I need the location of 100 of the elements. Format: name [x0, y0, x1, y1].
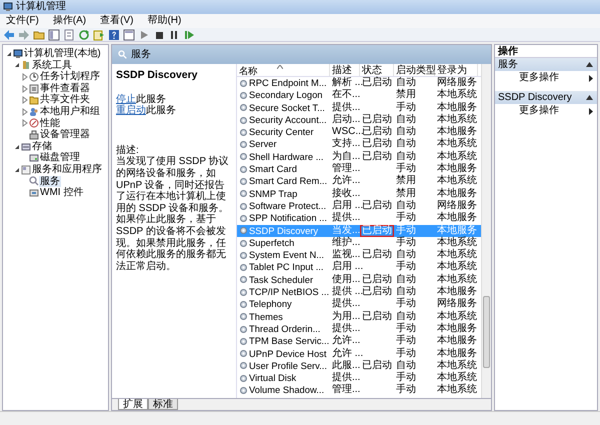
- console-icon[interactable]: [48, 28, 60, 40]
- forward-icon[interactable]: [18, 28, 30, 40]
- folder-icon: [29, 95, 39, 106]
- table-row[interactable]: RPC Endpoint M... 解析 ...已启动 自动 网络服务: [237, 77, 481, 90]
- tree-item[interactable]: 系统工具: [31, 60, 73, 72]
- help-icon[interactable]: [108, 28, 120, 40]
- table-row[interactable]: Smart Card Rem... 允许... 禁用 本地系统: [237, 175, 481, 188]
- table-row[interactable]: UPnP Device Host 允许 ... 手动 本地服务: [237, 348, 481, 360]
- tree-item[interactable]: 共享文件夹: [39, 94, 91, 106]
- column-header[interactable]: 登录为: [435, 64, 478, 76]
- tree-item[interactable]: 性能: [39, 118, 61, 130]
- table-row[interactable]: Telephony 提供... 手动 网络服务: [237, 298, 481, 311]
- collapsed-arrow-icon[interactable]: [21, 119, 29, 128]
- column-header[interactable]: 状态: [360, 64, 394, 76]
- collapsed-arrow-icon[interactable]: [21, 108, 29, 116]
- tree-item[interactable]: 事件查看器: [39, 82, 91, 94]
- service-name: SPP Notification ...: [249, 212, 327, 225]
- expanded-arrow-icon[interactable]: [5, 50, 13, 58]
- table-cell-text: 已启动: [361, 360, 393, 372]
- action-link[interactable]: 重启动: [116, 105, 146, 116]
- tree-item[interactable]: WMI 控件: [39, 187, 84, 199]
- table-cell-text: 网络服务: [436, 77, 478, 88]
- collapsed-arrow-icon[interactable]: [21, 96, 29, 104]
- table-row[interactable]: Server 支持... 已启动 自动 本地系统: [237, 138, 481, 151]
- table-row[interactable]: Smart Card 管理... 手动 本地服务: [237, 163, 481, 176]
- table-row[interactable]: Secondary Logon 在不... 禁用 本地系统: [237, 89, 481, 102]
- table-cell-text: 接收...: [331, 188, 360, 200]
- menu-item[interactable]: 帮助(H): [145, 14, 184, 28]
- collapsed-arrow-icon[interactable]: [21, 72, 29, 81]
- table-cell-text: 提供...: [331, 102, 360, 114]
- table-cell-text: 本地服务: [436, 348, 478, 360]
- refresh-icon[interactable]: [78, 28, 90, 40]
- table-row[interactable]: SPP Notification ... 提供... 手动 本地服务: [237, 212, 481, 225]
- menu-item[interactable]: 文件(F): [4, 14, 41, 28]
- table-row[interactable]: Superfetch 维护... 手动 本地系统: [237, 236, 481, 250]
- expanded-arrow-icon[interactable]: [13, 61, 21, 70]
- table-cell-text: 本地系统: [436, 138, 478, 150]
- table-row[interactable]: User Profile Serv... 此服... 已启动 自动 本地系统: [237, 360, 481, 372]
- table-row[interactable]: Volume Shadow... 管理... 手动 本地系统: [237, 384, 481, 397]
- tree-item[interactable]: 设备管理器: [39, 129, 91, 141]
- table-cell-text: 本地系统: [436, 274, 478, 286]
- service-name: Telephony: [249, 298, 292, 311]
- action-link[interactable]: 停止: [116, 94, 136, 105]
- action-group-header[interactable]: SSDP Discovery: [495, 91, 597, 104]
- table-cell-text: 启动...: [331, 114, 360, 126]
- table-row[interactable]: Tablet PC Input ... 启用 ... 手动 本地系统: [237, 261, 481, 274]
- tab[interactable]: 标准: [148, 399, 178, 410]
- action-item[interactable]: 更多操作: [495, 104, 597, 118]
- column-header[interactable]: 描述: [330, 64, 360, 76]
- scrollbar[interactable]: [481, 64, 491, 398]
- tree-item[interactable]: 存储: [31, 140, 53, 152]
- service-name: Superfetch: [249, 236, 294, 250]
- back-icon[interactable]: [3, 28, 15, 40]
- column-header[interactable]: 名称: [237, 64, 330, 76]
- tree-item[interactable]: 磁盘管理: [39, 152, 81, 164]
- service-name: Security Account...: [249, 114, 327, 126]
- table-row[interactable]: Security Center WSC...已启动 自动 本地服务: [237, 126, 481, 138]
- tree-item[interactable]: 任务计划程序: [39, 71, 101, 83]
- toolbox-icon: [21, 60, 31, 70]
- action-group-header[interactable]: 服务: [495, 58, 597, 71]
- tab[interactable]: 扩展: [118, 399, 148, 410]
- table-row[interactable]: Shell Hardware ... 为自... 已启动 自动 本地系统: [237, 150, 481, 164]
- table-row[interactable]: Secure Socket T... 提供... 手动 本地服务: [237, 102, 481, 114]
- properties-icon[interactable]: [63, 28, 75, 40]
- collapsed-arrow-icon[interactable]: [21, 84, 29, 93]
- tree-item[interactable]: 计算机管理(本地): [23, 48, 102, 60]
- column-header[interactable]: 启动类型: [394, 64, 435, 76]
- collapse-arrow-icon[interactable]: [586, 62, 593, 67]
- table-row[interactable]: SNMP Trap 接收... 禁用 本地服务: [237, 188, 481, 200]
- table-cell-text: 手动: [395, 102, 417, 114]
- table-cell-text: 提供...: [331, 298, 360, 310]
- table-row[interactable]: System Event N... 监视... 已启动 自动 本地系统: [237, 249, 481, 262]
- table-cell-text: 本地系统: [436, 175, 478, 188]
- table-row[interactable]: Task Scheduler 使用... 已启动 自动 本地系统: [237, 274, 481, 286]
- table-row[interactable]: Virtual Disk 提供... 手动 本地系统: [237, 372, 481, 384]
- export-icon[interactable]: [93, 28, 105, 40]
- expanded-arrow-icon[interactable]: [13, 142, 21, 151]
- collapse-arrow-icon[interactable]: [586, 95, 593, 100]
- table-cell-text: 管理...: [331, 384, 360, 397]
- pause-icon[interactable]: [168, 28, 180, 40]
- action-item[interactable]: 更多操作: [495, 71, 597, 85]
- view-icon[interactable]: [123, 28, 135, 40]
- tree-item[interactable]: 本地用户和组: [39, 106, 101, 118]
- menu-item[interactable]: 操作(A): [50, 14, 88, 28]
- table-row[interactable]: Software Protect... 启用 ...已启动 自动 网络服务: [237, 200, 481, 212]
- expanded-arrow-icon[interactable]: [13, 166, 21, 174]
- tree-item[interactable]: 服务和应用程序: [31, 164, 103, 176]
- table-row[interactable]: Thread Orderin... 提供... 手动 本地服务: [237, 322, 481, 336]
- table-cell-text: 解析 ...: [331, 77, 360, 89]
- tree-item[interactable]: 服务: [39, 176, 61, 188]
- table-row[interactable]: TPM Base Servic... 允许... 手动 本地服务: [237, 335, 481, 348]
- table-row[interactable]: Security Account... 启动... 已启动 自动 本地系统: [237, 114, 481, 126]
- table-cell-text: 手动: [395, 335, 417, 348]
- table-cell-text: 使用...: [331, 274, 360, 286]
- service-name: Smart Card Rem...: [249, 175, 328, 188]
- table-row[interactable]: TCP/IP NetBIOS ... 提供 ...已启动 自动 本地服务: [237, 286, 481, 298]
- menu-item[interactable]: 查看(V): [98, 14, 136, 28]
- table-row[interactable]: Themes 为用... 已启动 自动 本地系统: [237, 310, 481, 323]
- table-cell-text: 本地服务: [436, 335, 478, 348]
- table-cell-text: 本地系统: [436, 236, 478, 248]
